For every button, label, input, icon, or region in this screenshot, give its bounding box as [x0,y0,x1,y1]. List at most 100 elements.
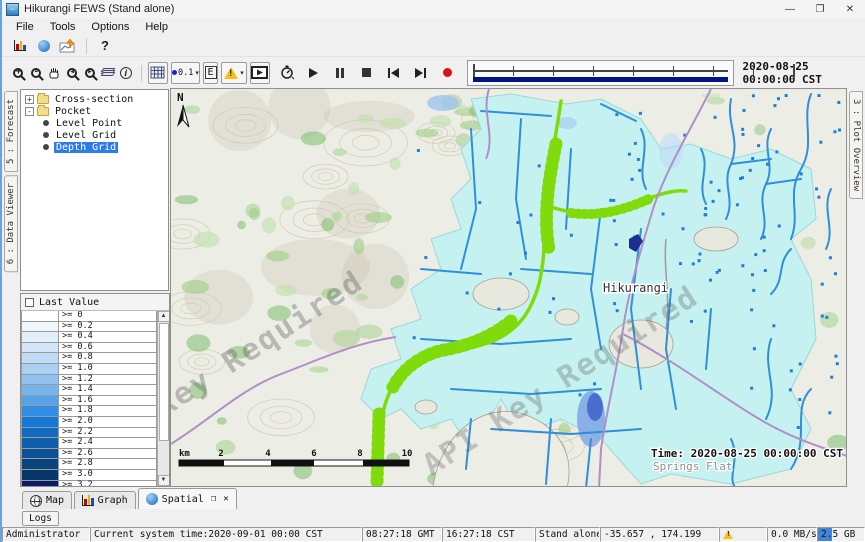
menu-options[interactable]: Options [83,20,137,34]
logs-button[interactable]: Logs [22,511,59,526]
tree-item-depth-grid[interactable]: Depth Grid [21,141,168,153]
tab-spatial[interactable]: Spatial ❐ ✕ [138,488,237,509]
zoom-next-button[interactable]: ▸ [82,62,99,84]
application-window: ~ Hikurangi FEWS (Stand alone) — ❐ ✕ Fil… [0,0,865,542]
map-canvas[interactable]: API Key Required API Key Required Hikura… [170,88,847,487]
pan-button[interactable] [46,62,63,84]
animation-button[interactable] [250,62,270,84]
zoom-previous-icon: ◂ [67,68,77,78]
legend-scrollbar[interactable]: ▲ ▼ [157,311,169,486]
legend-panel: Last Value >= 0>= 0.2>= 0.4>= 0.6>= 0.8>… [20,293,170,487]
timeseries-display-button[interactable] [56,36,80,56]
scroll-up-icon[interactable]: ▲ [158,311,170,322]
legend-label: >= 0 [59,311,157,322]
tab-close-icon[interactable]: ✕ [223,494,228,504]
help-button[interactable]: ? [93,36,117,56]
step-forward-button[interactable] [412,62,429,84]
tree-item-label: Level Grid [54,130,118,141]
tree-item-label: Cross-section [53,94,135,105]
svg-text:2: 2 [218,449,223,459]
minimize-button[interactable]: — [775,0,805,18]
tree-item-level-point[interactable]: Level Point [21,117,168,129]
explorer-chart-button[interactable] [8,36,32,56]
tree-item-pocket[interactable]: -Pocket [21,105,168,117]
legend-list: >= 0>= 0.2>= 0.4>= 0.6>= 0.8>= 1.0>= 1.2… [21,311,157,486]
legend-swatch [21,322,59,333]
tab-map[interactable]: Map [22,491,72,509]
skip-end-icon [415,68,426,78]
timeline-tick [713,66,714,76]
zoom-previous-button[interactable]: ◂ [64,62,81,84]
map-display-button[interactable] [32,36,56,56]
status-coordinates: -35.657 , 174.199 [600,527,719,542]
timeline-tick [513,66,514,76]
last-value-checkbox[interactable] [25,298,34,307]
status-mode: Stand alone [535,527,600,542]
contour-interval-dropdown[interactable]: 0.1 ▾ [171,62,200,84]
sidebar-tab-data-viewer[interactable]: 6 : Data Viewer [4,175,18,272]
bullet-icon [43,120,49,126]
zoom-in-button[interactable]: + [10,62,27,84]
menu-file[interactable]: File [8,20,42,34]
tab-float-icon[interactable]: ❐ [211,494,216,504]
tree-item-level-grid[interactable]: Level Grid [21,129,168,141]
status-system-time: Current system time:2020-09-01 00:00 CST [90,527,362,542]
play-button[interactable] [305,62,322,84]
sidebar-tab-plot-overview[interactable]: 3 : Plot Overview [849,91,863,199]
zoom-out-button[interactable]: - [28,62,45,84]
legend-row: >= 3.0 [21,470,157,481]
maximize-button[interactable]: ❐ [805,0,835,18]
info-button[interactable]: i [117,62,134,84]
legend-swatch [21,385,59,396]
toolbar-separator [141,65,142,81]
timeline-date: 2020-08-25 00:00:00 CST [742,60,865,86]
timeline-tick [473,64,475,77]
pause-icon [336,68,344,78]
timeline-tick [673,66,674,76]
sidebar-tab-forecast[interactable]: 5 : Forecast [4,91,18,172]
record-button[interactable] [439,62,456,84]
tab-graph-label: Graph [98,495,128,506]
status-warning-cell[interactable] [719,527,767,542]
menu-bar: FileToolsOptionsHelp [2,18,865,35]
bottom-tab-bar: Map Graph Spatial ❐ ✕ [2,487,865,509]
scroll-down-icon[interactable]: ▼ [158,475,170,486]
stop-button[interactable] [358,62,375,84]
step-back-button[interactable] [385,62,402,84]
legend-swatch [21,375,59,386]
timeline-slider[interactable] [467,60,734,86]
legend-swatch [21,406,59,417]
warnings-dropdown[interactable]: ▾ [221,62,247,84]
title-bar[interactable]: ~ Hikurangi FEWS (Stand alone) — ❐ ✕ [2,0,865,18]
tree-expander-icon[interactable]: + [25,95,34,104]
help-label: ? [101,38,109,53]
tab-graph[interactable]: Graph [74,491,136,509]
tree-expander-icon[interactable]: - [25,107,34,116]
timer-settings-button[interactable] [279,62,296,84]
labels-toggle-button[interactable]: E [203,62,218,84]
legend-label: >= 3.0 [59,470,157,481]
tree-item-cross-section[interactable]: + Cross-section [21,93,168,105]
record-icon [443,68,452,77]
tree-item-label: Depth Grid [54,142,118,153]
zoom-out-icon: - [31,68,41,78]
grid-display-button[interactable] [148,62,168,84]
menu-tools[interactable]: Tools [42,20,84,34]
label-icon: E [205,66,217,79]
status-local-time: 16:27:18 CST [442,527,535,542]
spatial-sphere-icon [146,493,158,505]
layers-button[interactable] [99,62,116,84]
last-value-label: Last Value [39,297,99,308]
legend-swatch [21,311,59,322]
scrollbar-thumb[interactable] [159,323,169,441]
pause-button[interactable] [332,62,349,84]
folder-icon [37,107,49,116]
svg-text:10: 10 [402,449,413,459]
status-rate: 0.0 MB/s [767,527,817,542]
menu-help[interactable]: Help [137,20,176,34]
layer-tree[interactable]: + Cross-section-PocketLevel PointLevel Gr… [20,89,169,291]
legend-swatch [21,364,59,375]
tree-item-label: Level Point [54,118,124,129]
close-button[interactable]: ✕ [835,0,865,18]
timeline-tick [793,64,795,77]
